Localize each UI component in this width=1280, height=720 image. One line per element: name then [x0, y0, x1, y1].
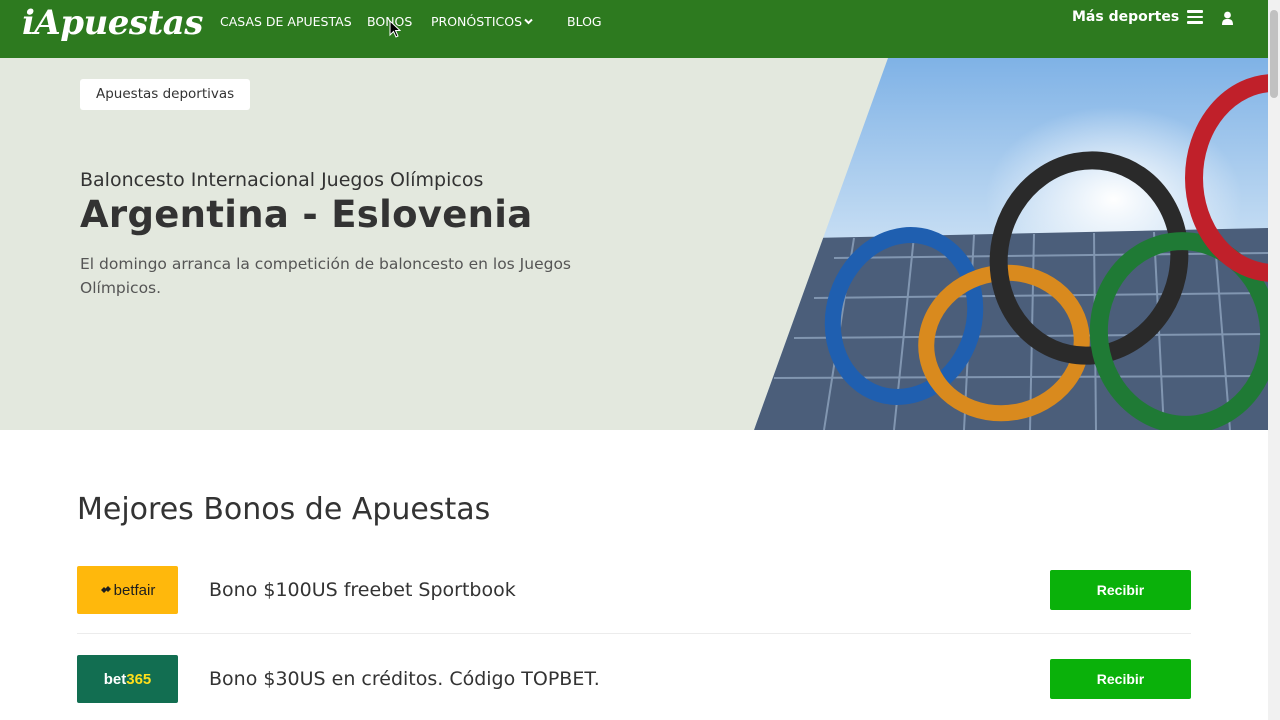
betfair-logo[interactable]: betfair	[77, 566, 178, 614]
bonus-description: Bono $100US freebet Sportbook	[209, 579, 516, 601]
nav-pronosticos-label: PRONÓSTICOS	[431, 14, 523, 29]
nav-blog[interactable]: BLOG	[567, 14, 602, 30]
more-sports-link[interactable]: Más deportes	[1072, 8, 1179, 26]
hero-banner: Apuestas deportivas Baloncesto Internaci…	[0, 58, 1268, 430]
user-icon[interactable]	[1221, 10, 1234, 25]
hero-title[interactable]: Argentina - Eslovenia	[80, 192, 533, 238]
site-header: iApuestas CASAS DE APUESTAS BONOS PRONÓS…	[0, 0, 1268, 58]
diamond-icon	[100, 582, 112, 599]
bet365-logo[interactable]: bet 365	[77, 655, 178, 703]
chevron-down-icon	[524, 15, 533, 31]
bet365-wordmark-365: 365	[126, 670, 152, 688]
site-logo[interactable]: iApuestas	[22, 2, 203, 48]
page-scrollbar[interactable]	[1268, 0, 1280, 720]
hero-description: El domingo arranca la competición de bal…	[80, 255, 572, 297]
olympic-rings-image	[754, 58, 1268, 430]
bonus-row: bet 365 Bono $30US en créditos. Código TO…	[77, 635, 1191, 720]
nav-pronosticos[interactable]: PRONÓSTICOS	[431, 14, 533, 31]
bonus-row: betfair Bono $100US freebet Sportbook Re…	[77, 546, 1191, 634]
hero-subtitle: Baloncesto Internacional Juegos Olímpico…	[80, 169, 484, 191]
mouse-cursor-icon	[389, 19, 402, 38]
bonuses-section-title: Mejores Bonos de Apuestas	[77, 492, 491, 527]
claim-bonus-button[interactable]: Recibir	[1050, 659, 1191, 699]
category-tag[interactable]: Apuestas deportivas	[80, 79, 251, 110]
hamburger-icon[interactable]	[1187, 10, 1203, 24]
nav-casas-de-apuestas[interactable]: CASAS DE APUESTAS	[220, 14, 352, 30]
bet365-wordmark-bet: bet	[103, 670, 127, 688]
scrollbar-thumb[interactable]	[1270, 10, 1278, 98]
bonus-description: Bono $30US en créditos. Código TOPBET.	[209, 668, 600, 690]
betfair-wordmark: betfair	[113, 581, 156, 599]
claim-bonus-button[interactable]: Recibir	[1050, 570, 1191, 610]
